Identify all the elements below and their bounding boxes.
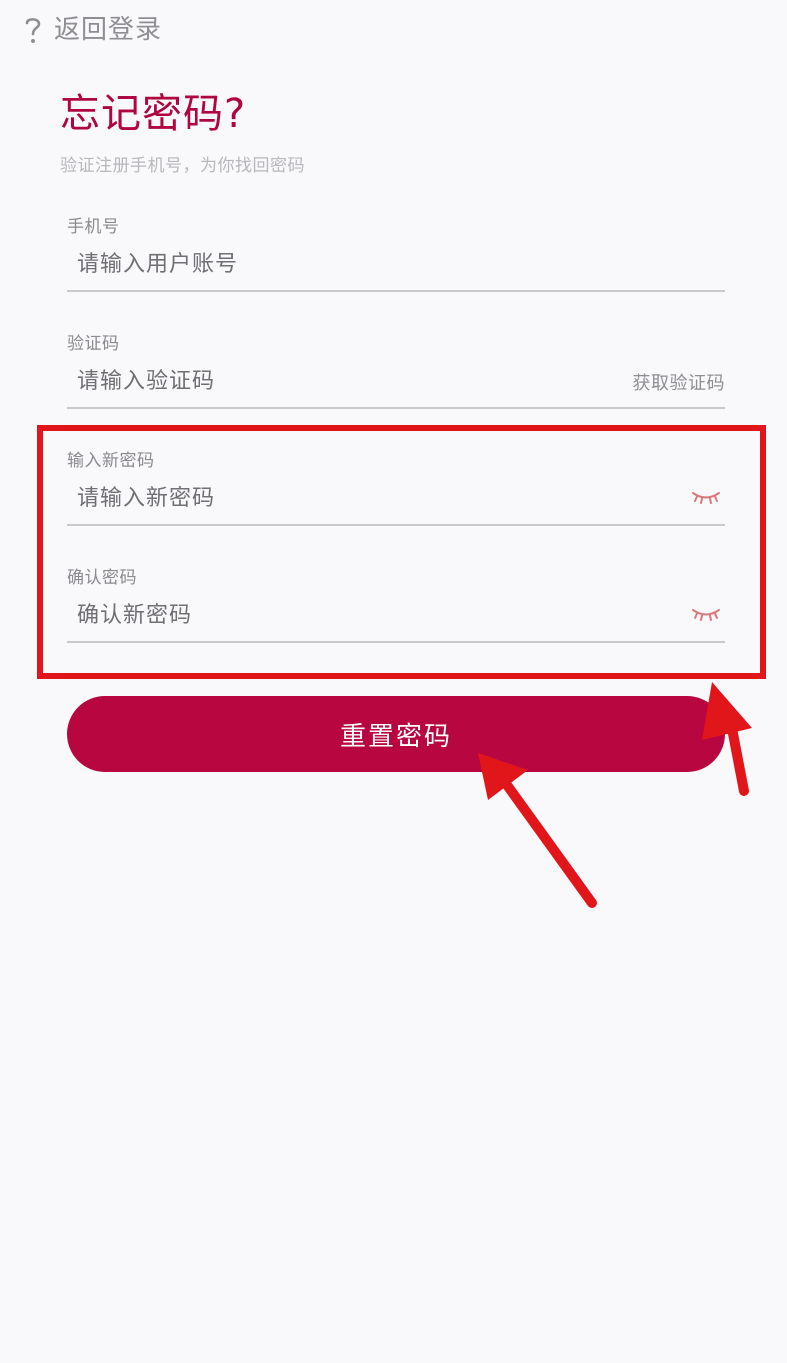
back-label: 返回登录 xyxy=(54,15,163,45)
phone-label: 手机号 xyxy=(67,217,120,237)
new-password-label: 输入新密码 xyxy=(67,451,155,471)
phone-input-row xyxy=(67,238,725,292)
back-to-login[interactable]: 返回登录 xyxy=(22,10,162,50)
code-input-row: 获取验证码 xyxy=(67,355,725,409)
reset-password-button[interactable]: 重置密码 xyxy=(67,696,725,772)
confirm-password-input-row xyxy=(67,589,725,643)
new-password-input-row xyxy=(67,472,725,526)
phone-field: 手机号 xyxy=(67,212,725,292)
question-mark-icon xyxy=(25,18,41,43)
eye-closed-icon[interactable] xyxy=(691,605,721,625)
annotation-arrows xyxy=(478,682,752,908)
phone-input[interactable] xyxy=(77,251,597,277)
get-code-button[interactable]: 获取验证码 xyxy=(633,369,726,395)
page-subtitle: 验证注册手机号，为你找回密码 xyxy=(60,156,305,176)
confirm-password-input[interactable] xyxy=(77,602,597,628)
eye-closed-icon[interactable] xyxy=(691,488,721,508)
new-password-field: 输入新密码 xyxy=(67,446,725,526)
confirm-password-field: 确认密码 xyxy=(67,563,725,643)
page-title: 忘记密码? xyxy=(60,91,247,137)
code-field: 验证码 获取验证码 xyxy=(67,329,725,409)
code-label: 验证码 xyxy=(67,334,120,354)
code-input[interactable] xyxy=(77,368,597,394)
annotation-arrow-left xyxy=(478,753,597,908)
new-password-input[interactable] xyxy=(77,485,597,511)
confirm-password-label: 确认密码 xyxy=(67,568,137,588)
